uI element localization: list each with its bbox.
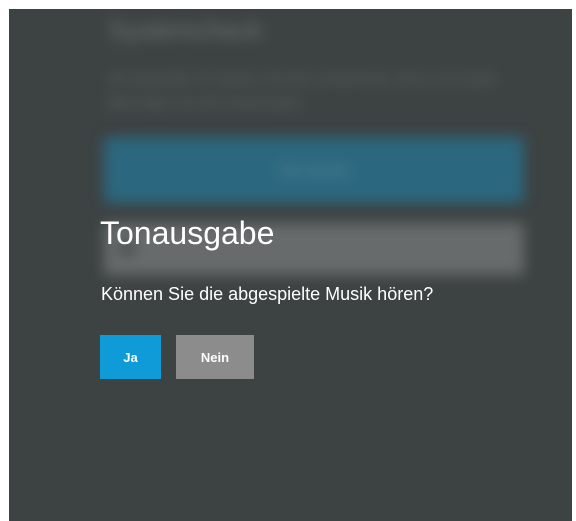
dialog-title: Tonausgabe — [100, 215, 275, 251]
app-window: Systemcheck Wir überprüfen Ihr System un… — [9, 9, 572, 521]
dialog-question: Können Sie die abgespielte Musik hören? — [101, 284, 434, 304]
no-button[interactable]: Nein — [176, 335, 254, 379]
audio-check-dialog: Tonausgabe Können Sie die abgespielte Mu… — [9, 9, 572, 521]
yes-button[interactable]: Ja — [100, 335, 161, 379]
